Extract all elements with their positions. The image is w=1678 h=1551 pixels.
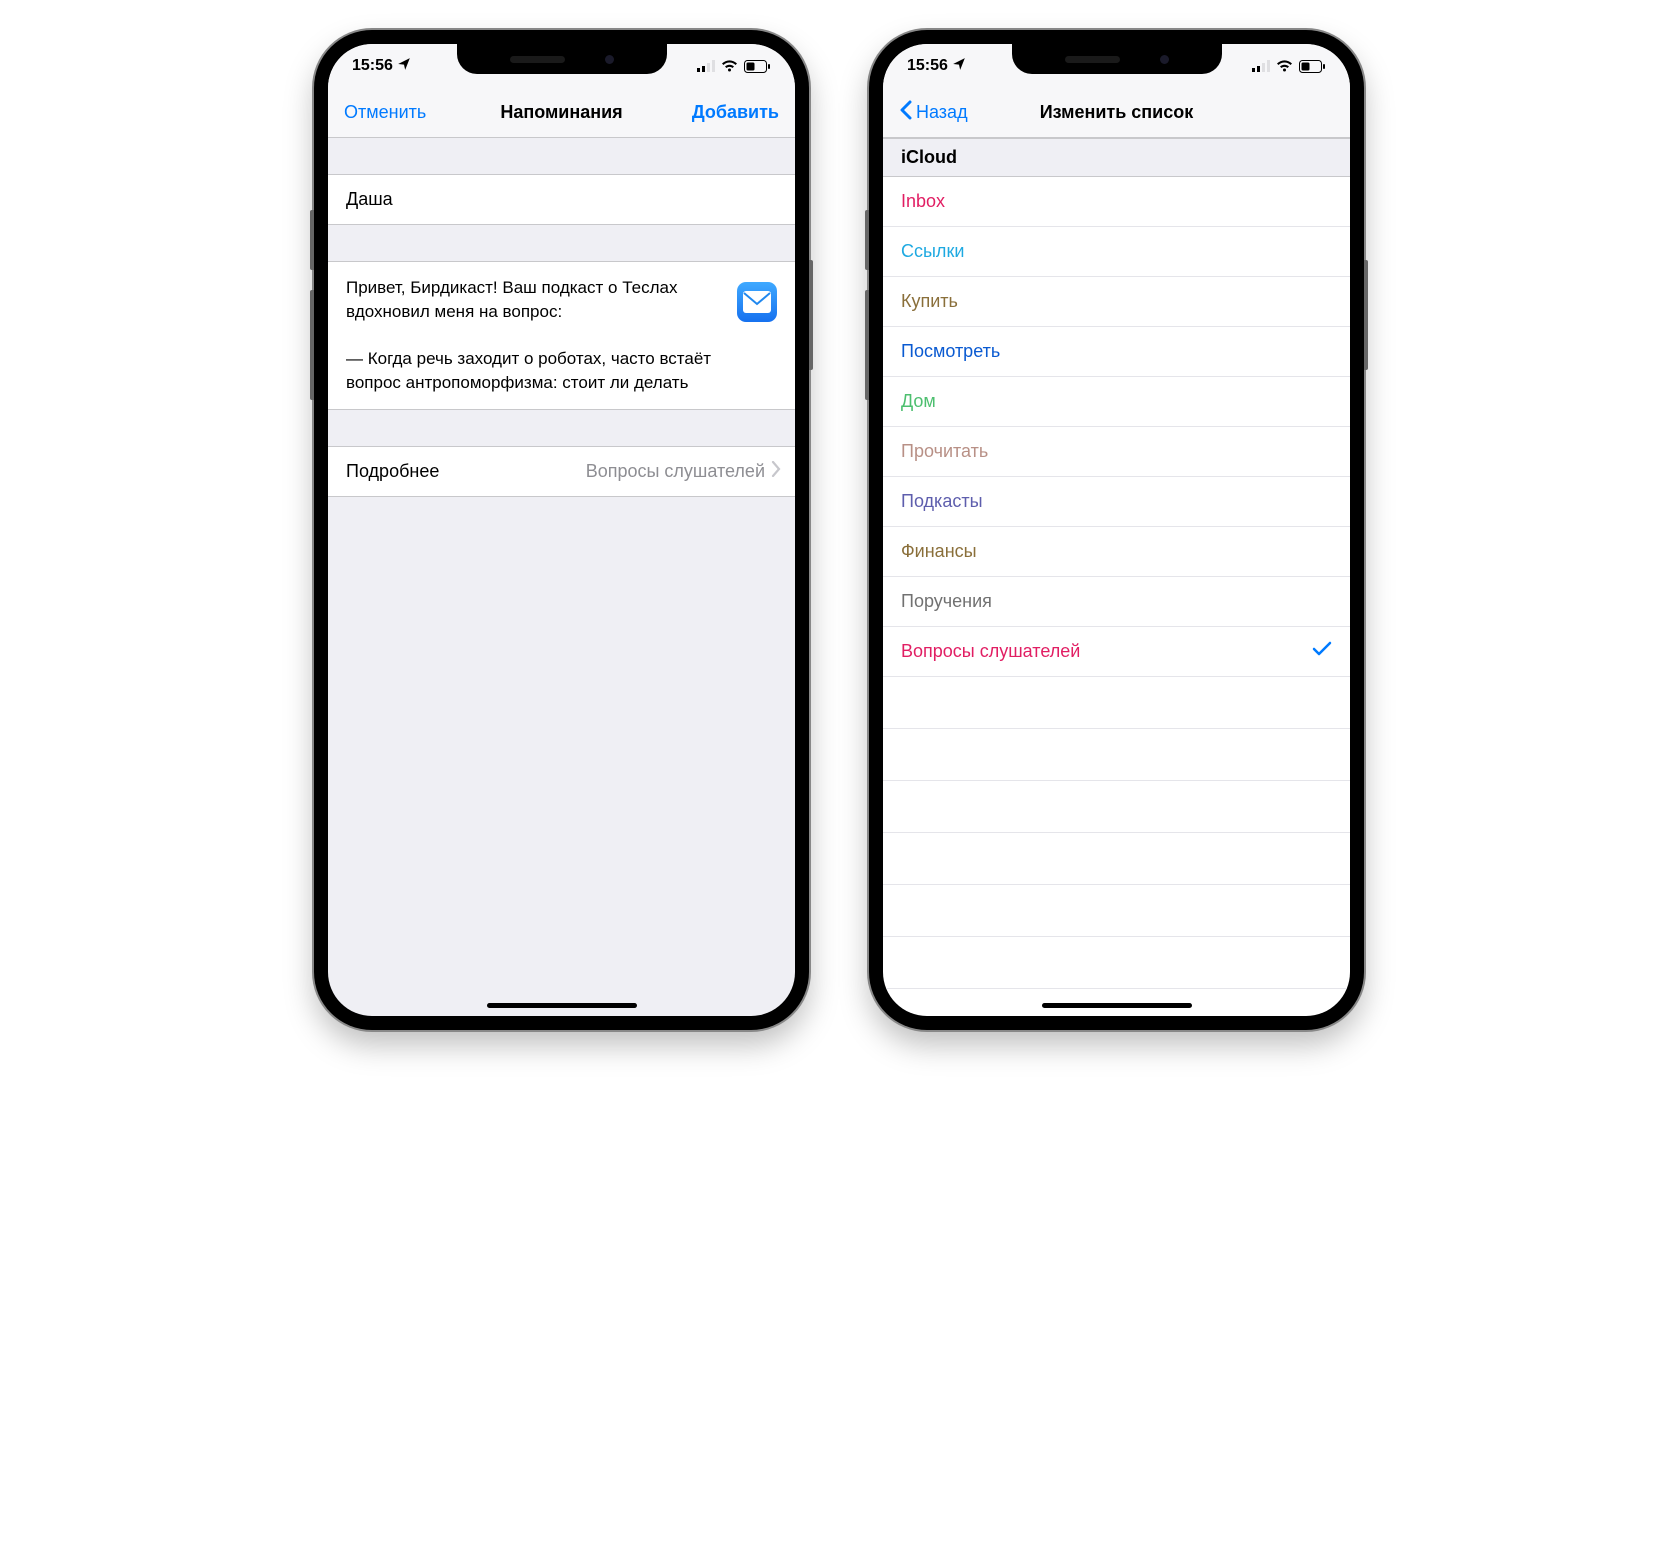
battery-icon (744, 60, 771, 73)
iphone-mock-left: 15:56 Отменить Напоминан (314, 30, 809, 1030)
section-header-icloud: iCloud (883, 138, 1350, 177)
note-text: Привет, Бирдикаст! Ваш подкаст о Теслах … (346, 276, 721, 395)
location-icon (952, 57, 966, 76)
list-item-label: Inbox (901, 191, 945, 212)
wifi-icon (721, 60, 738, 72)
note-cell[interactable]: Привет, Бирдикаст! Ваш подкаст о Теслах … (328, 261, 795, 410)
empty-row (883, 833, 1350, 885)
list-item[interactable]: Финансы (883, 527, 1350, 577)
list-item-label: Вопросы слушателей (901, 641, 1080, 662)
location-icon (397, 57, 411, 76)
list-item[interactable]: Прочитать (883, 427, 1350, 477)
status-time: 15:56 (907, 57, 948, 75)
chevron-left-icon (899, 100, 913, 125)
back-button[interactable]: Назад (899, 100, 968, 125)
battery-icon (1299, 60, 1326, 73)
list-item-label: Посмотреть (901, 341, 1000, 362)
list-item-label: Ссылки (901, 241, 964, 262)
list-item[interactable]: Дом (883, 377, 1350, 427)
notch (1012, 44, 1222, 74)
wifi-icon (1276, 60, 1293, 72)
navigation-bar: Отменить Напоминания Добавить (328, 88, 795, 138)
list-item-label: Дом (901, 391, 936, 412)
cancel-button[interactable]: Отменить (344, 102, 426, 123)
list-item[interactable]: Вопросы слушателей (883, 627, 1350, 677)
home-indicator[interactable] (1042, 1003, 1192, 1008)
add-button[interactable]: Добавить (692, 102, 779, 123)
empty-row (883, 729, 1350, 781)
list-item-label: Подкасты (901, 491, 983, 512)
home-indicator[interactable] (487, 1003, 637, 1008)
cellular-icon (1252, 60, 1270, 72)
list-item-label: Купить (901, 291, 958, 312)
details-row[interactable]: Подробнее Вопросы слушателей (328, 446, 795, 497)
empty-row (883, 677, 1350, 729)
details-label: Подробнее (346, 461, 439, 482)
list-item[interactable]: Купить (883, 277, 1350, 327)
list-item[interactable]: Подкасты (883, 477, 1350, 527)
chevron-right-icon (771, 461, 781, 482)
empty-row (883, 885, 1350, 937)
empty-row (883, 937, 1350, 989)
list-item[interactable]: Поручения (883, 577, 1350, 627)
list-item-label: Финансы (901, 541, 977, 562)
notch (457, 44, 667, 74)
cellular-icon (697, 60, 715, 72)
title-field[interactable]: Даша (328, 174, 795, 225)
checkmark-icon (1312, 641, 1332, 662)
empty-row (883, 781, 1350, 833)
list-item[interactable]: Посмотреть (883, 327, 1350, 377)
status-time: 15:56 (352, 57, 393, 75)
list-item-label: Прочитать (901, 441, 988, 462)
mail-app-icon[interactable] (737, 282, 777, 322)
list-container: Inbox Ссылки Купить Посмотреть Дом Прочитать П… (883, 177, 1350, 677)
details-list-value: Вопросы слушателей (439, 461, 765, 482)
navigation-bar: Назад Изменить список (883, 88, 1350, 138)
iphone-mock-right: 15:56 На (869, 30, 1364, 1030)
list-item[interactable]: Inbox (883, 177, 1350, 227)
list-item-label: Поручения (901, 591, 992, 612)
list-item[interactable]: Ссылки (883, 227, 1350, 277)
